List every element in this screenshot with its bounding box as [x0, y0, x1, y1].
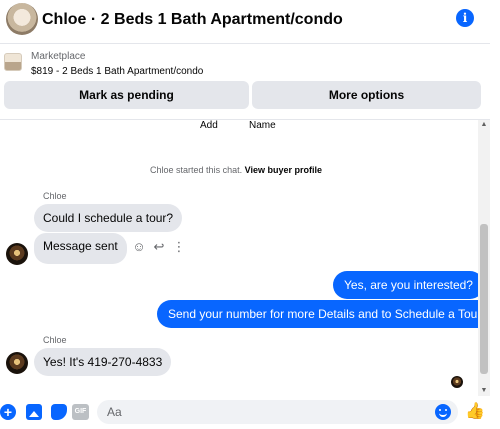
- chat-title[interactable]: Chloe · 2 Beds 1 Bath Apartment/condo: [42, 11, 343, 29]
- reply-icon[interactable]: ↩: [151, 239, 167, 255]
- sender-avatar[interactable]: [6, 352, 28, 374]
- gif-icon[interactable]: GIF: [72, 404, 89, 420]
- incoming-message[interactable]: Yes! It's 419-270-4833: [34, 348, 172, 376]
- name-label: Name: [249, 120, 276, 131]
- plus-icon[interactable]: +: [0, 404, 16, 420]
- thumbs-up-icon[interactable]: 👍: [465, 403, 485, 421]
- incoming-message[interactable]: Could I schedule a tour?: [34, 204, 183, 232]
- incoming-message[interactable]: Message sent: [34, 233, 127, 264]
- sticker-icon[interactable]: [51, 404, 67, 420]
- photo-icon[interactable]: [26, 404, 42, 420]
- sender-name: Chloe: [43, 335, 67, 345]
- message-input[interactable]: [97, 400, 458, 424]
- listing-avatar[interactable]: [6, 3, 38, 35]
- add-label: Add: [200, 120, 218, 131]
- message-list[interactable]: Add Name Chloe started this chat. View b…: [0, 120, 490, 396]
- message-scrollbar[interactable]: ▲ ▼: [478, 120, 490, 396]
- listing-price-title[interactable]: $819 - 2 Beds 1 Bath Apartment/condo: [31, 66, 203, 77]
- listing-thumbnail[interactable]: [4, 53, 22, 71]
- react-icon[interactable]: ☺: [131, 239, 147, 255]
- more-options-button[interactable]: More options: [252, 81, 481, 109]
- more-actions-icon[interactable]: ⋮: [171, 239, 187, 255]
- info-icon[interactable]: i: [456, 9, 474, 27]
- sender-avatar[interactable]: [6, 243, 28, 265]
- outgoing-message[interactable]: Send your number for more Details and to…: [157, 300, 490, 328]
- mark-as-pending-button[interactable]: Mark as pending: [4, 81, 249, 109]
- emoji-icon[interactable]: [435, 404, 451, 420]
- chat-started-text: Chloe started this chat.: [150, 165, 243, 175]
- sender-name: Chloe: [43, 191, 67, 201]
- scroll-up-icon[interactable]: ▲: [478, 121, 490, 128]
- scroll-down-icon[interactable]: ▼: [478, 387, 490, 394]
- view-buyer-profile-link[interactable]: View buyer profile: [245, 165, 322, 175]
- message-composer: + GIF 👍: [0, 396, 500, 429]
- chat-started-notice: Chloe started this chat. View buyer prof…: [0, 165, 472, 175]
- outgoing-message[interactable]: Yes, are you interested?: [333, 271, 484, 299]
- listing-category: Marketplace: [31, 51, 86, 62]
- scrollbar-thumb[interactable]: [480, 224, 488, 374]
- seen-avatar: [451, 376, 463, 388]
- chat-header: Chloe · 2 Beds 1 Bath Apartment/condo i: [0, 0, 490, 44]
- listing-panel: Marketplace $819 - 2 Beds 1 Bath Apartme…: [0, 44, 490, 120]
